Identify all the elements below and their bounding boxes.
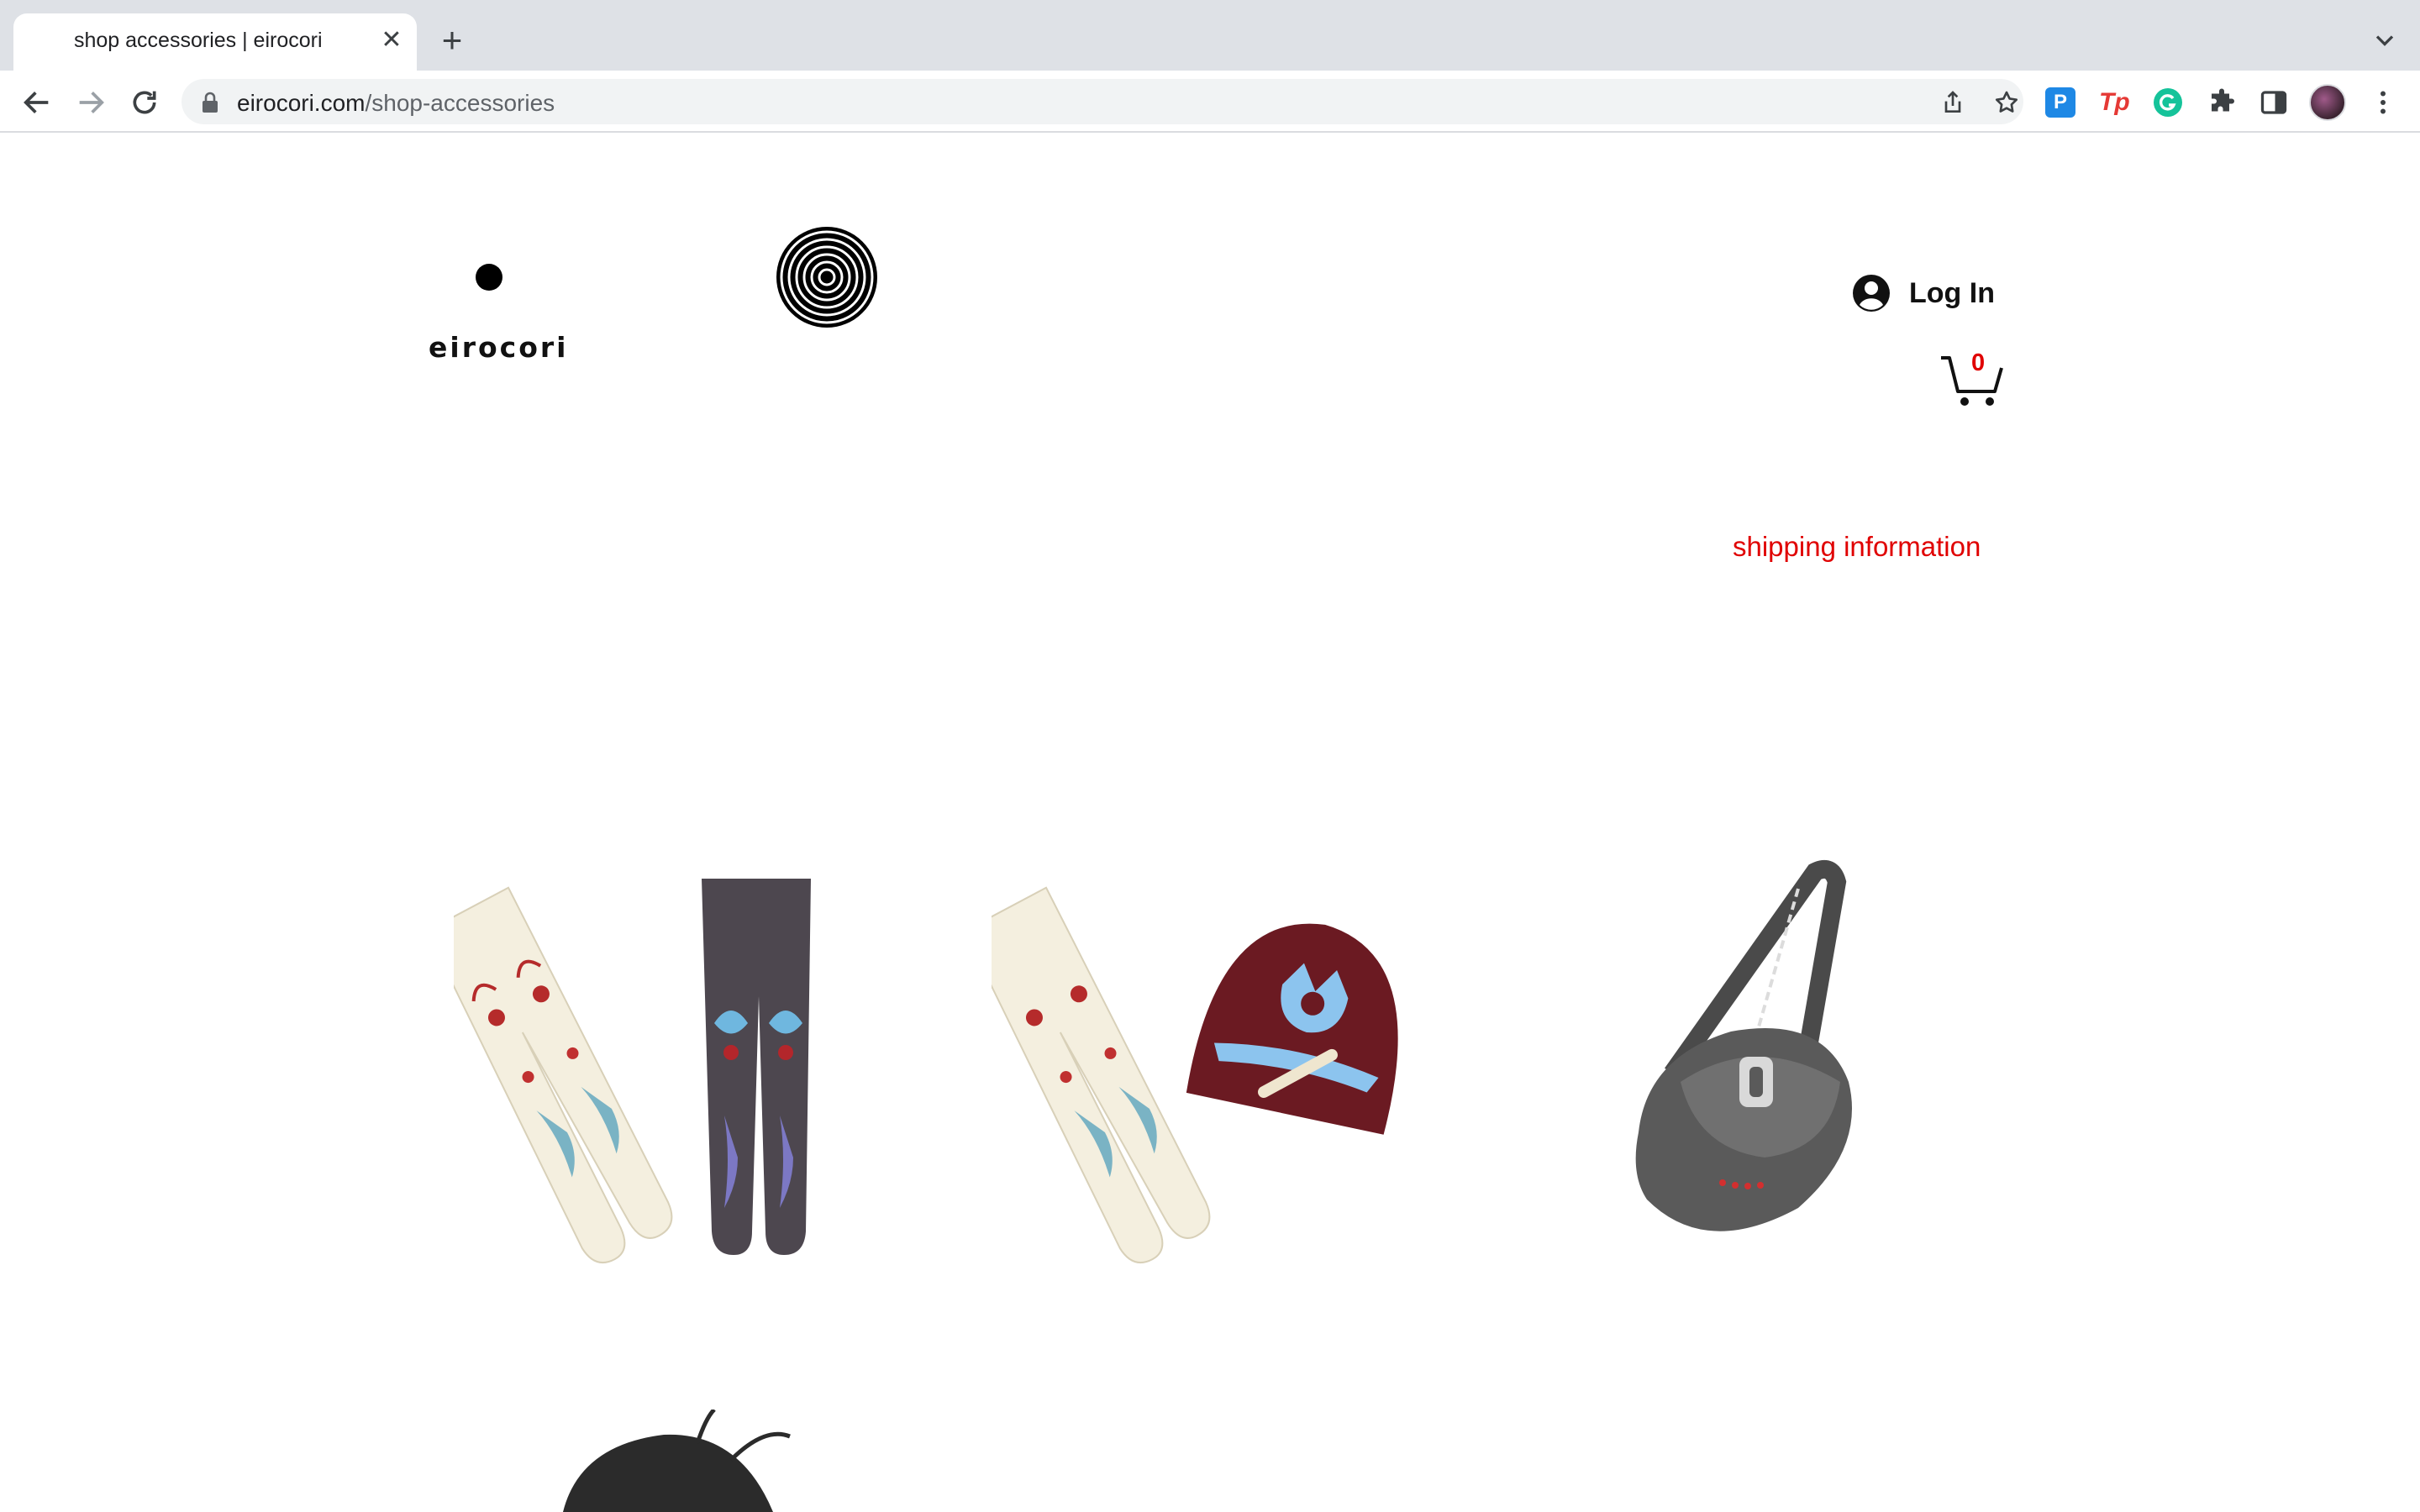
product-image-tights-and-beanie[interactable] (992, 864, 1412, 1284)
address-bar[interactable]: eirocori.com/shop-accessories (182, 79, 2023, 124)
product-image-tights-pair[interactable] (454, 864, 840, 1284)
login-button[interactable]: Log In (1852, 272, 1995, 314)
back-arrow-icon[interactable] (20, 86, 54, 119)
extension-tp-icon[interactable]: Tp (2099, 87, 2130, 118)
cart-count[interactable]: 0 (1971, 349, 1985, 377)
grammarly-icon[interactable] (2153, 87, 2183, 118)
shop-page: eirocori Log In 0 shipping information (0, 133, 2420, 1512)
url-host: eirocori.com (237, 90, 366, 116)
tab-title: shop accessories | eirocori (74, 29, 323, 52)
tab-search-chevron-icon[interactable] (2370, 25, 2400, 55)
site-logo[interactable]: eirocori (429, 331, 568, 364)
tab-close-icon[interactable]: ✕ (376, 25, 407, 55)
logo-dot-icon[interactable] (476, 264, 502, 291)
extension-p-icon[interactable]: P (2045, 87, 2075, 118)
product-image-grey-bag[interactable] (1605, 855, 1907, 1258)
bookmark-star-icon[interactable] (1993, 89, 2020, 116)
spiral-logo-icon[interactable] (775, 225, 879, 329)
side-panel-icon[interactable] (2259, 87, 2289, 118)
shipping-information-link[interactable]: shipping information (1733, 531, 1981, 563)
more-menu-icon[interactable] (2368, 87, 2398, 118)
profile-avatar[interactable] (2309, 84, 2346, 121)
tab-strip: shop accessories | eirocori ✕ + (0, 0, 2420, 71)
product-image-black-hat[interactable] (538, 1410, 815, 1512)
lock-icon[interactable] (200, 92, 220, 113)
active-tab[interactable]: shop accessories | eirocori ✕ (13, 13, 417, 71)
browser-toolbar: eirocori.com/shop-accessories P Tp (0, 71, 2420, 133)
url-text[interactable]: eirocori.com/shop-accessories (237, 90, 555, 117)
extensions-puzzle-icon[interactable] (2207, 87, 2237, 118)
login-label: Log In (1909, 276, 1995, 309)
reload-icon[interactable] (128, 86, 161, 119)
url-path: /shop-accessories (365, 90, 555, 116)
share-icon[interactable] (1939, 89, 1966, 116)
new-tab-icon[interactable]: + (435, 23, 469, 58)
forward-arrow-icon[interactable] (74, 86, 108, 119)
user-avatar-icon (1853, 275, 1890, 312)
